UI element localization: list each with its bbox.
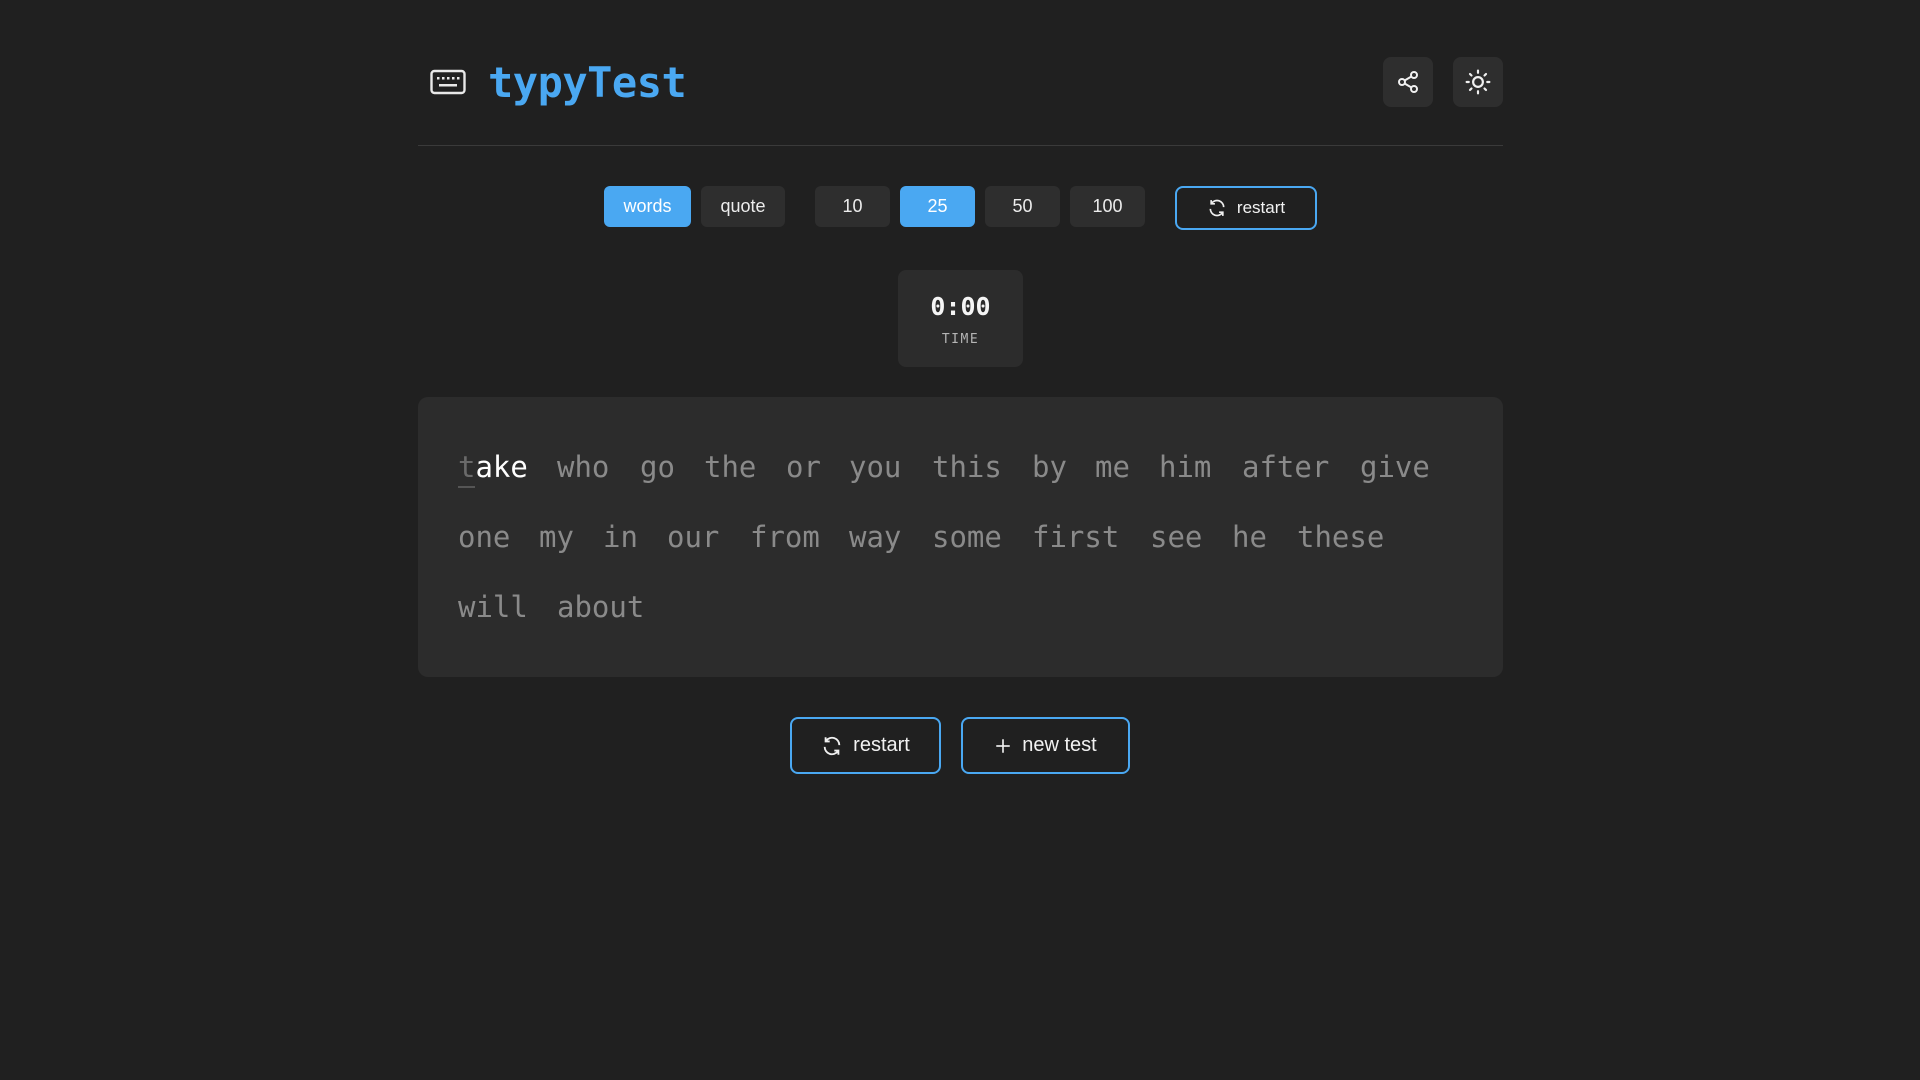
word: these	[1297, 520, 1385, 554]
word: you	[849, 450, 902, 484]
restart-button-top[interactable]: restart	[1175, 186, 1317, 230]
restart-button[interactable]: restart	[790, 717, 941, 774]
word: will	[458, 590, 528, 624]
share-button[interactable]	[1383, 57, 1433, 107]
theme-toggle-button[interactable]	[1453, 57, 1503, 107]
word: from	[750, 520, 820, 554]
word: who	[557, 450, 610, 484]
typing-area[interactable]: take who go the or you this by me him af…	[418, 397, 1503, 677]
refresh-icon	[1209, 199, 1225, 217]
typed-letters: t	[458, 450, 476, 484]
word: by	[1032, 450, 1067, 484]
word: this	[932, 450, 1002, 484]
plus-icon	[996, 738, 1010, 753]
refresh-icon	[823, 736, 841, 755]
mode-words-button[interactable]: words	[604, 186, 691, 227]
word: after	[1242, 450, 1330, 484]
word: my	[539, 520, 574, 554]
keyboard-icon	[430, 69, 466, 95]
word: see	[1150, 520, 1203, 554]
word: one	[458, 520, 511, 554]
count-25-button[interactable]: 25	[900, 186, 975, 227]
sun-icon	[1465, 69, 1491, 95]
app-title: typyTest	[488, 58, 687, 107]
timer-label: TIME	[941, 332, 980, 347]
count-50-button[interactable]: 50	[985, 186, 1060, 227]
word: some	[932, 520, 1002, 554]
word: give	[1360, 450, 1430, 484]
restart-label: restart	[1236, 198, 1286, 217]
current-word: take	[458, 447, 528, 487]
word: the	[704, 450, 757, 484]
current-word-remaining: ake	[475, 450, 528, 484]
word: him	[1159, 450, 1212, 484]
word: or	[786, 450, 821, 484]
word: way	[849, 520, 902, 554]
word: go	[640, 450, 675, 484]
share-icon	[1398, 71, 1418, 93]
timer-panel: 0:00 TIME	[898, 270, 1023, 367]
timer-value: 0:00	[930, 292, 991, 321]
word: first	[1032, 520, 1120, 554]
word: me	[1095, 450, 1130, 484]
word: he	[1232, 520, 1267, 554]
mode-quote-button[interactable]: quote	[701, 186, 785, 227]
restart-label: restart	[853, 734, 910, 756]
word: in	[603, 520, 638, 554]
new-test-label: new test	[1022, 734, 1097, 756]
count-10-button[interactable]: 10	[815, 186, 890, 227]
count-100-button[interactable]: 100	[1070, 186, 1145, 227]
word: about	[557, 590, 645, 624]
new-test-button[interactable]: new test	[961, 717, 1130, 774]
app-header: typyTest	[418, 0, 1503, 146]
word: our	[667, 520, 720, 554]
